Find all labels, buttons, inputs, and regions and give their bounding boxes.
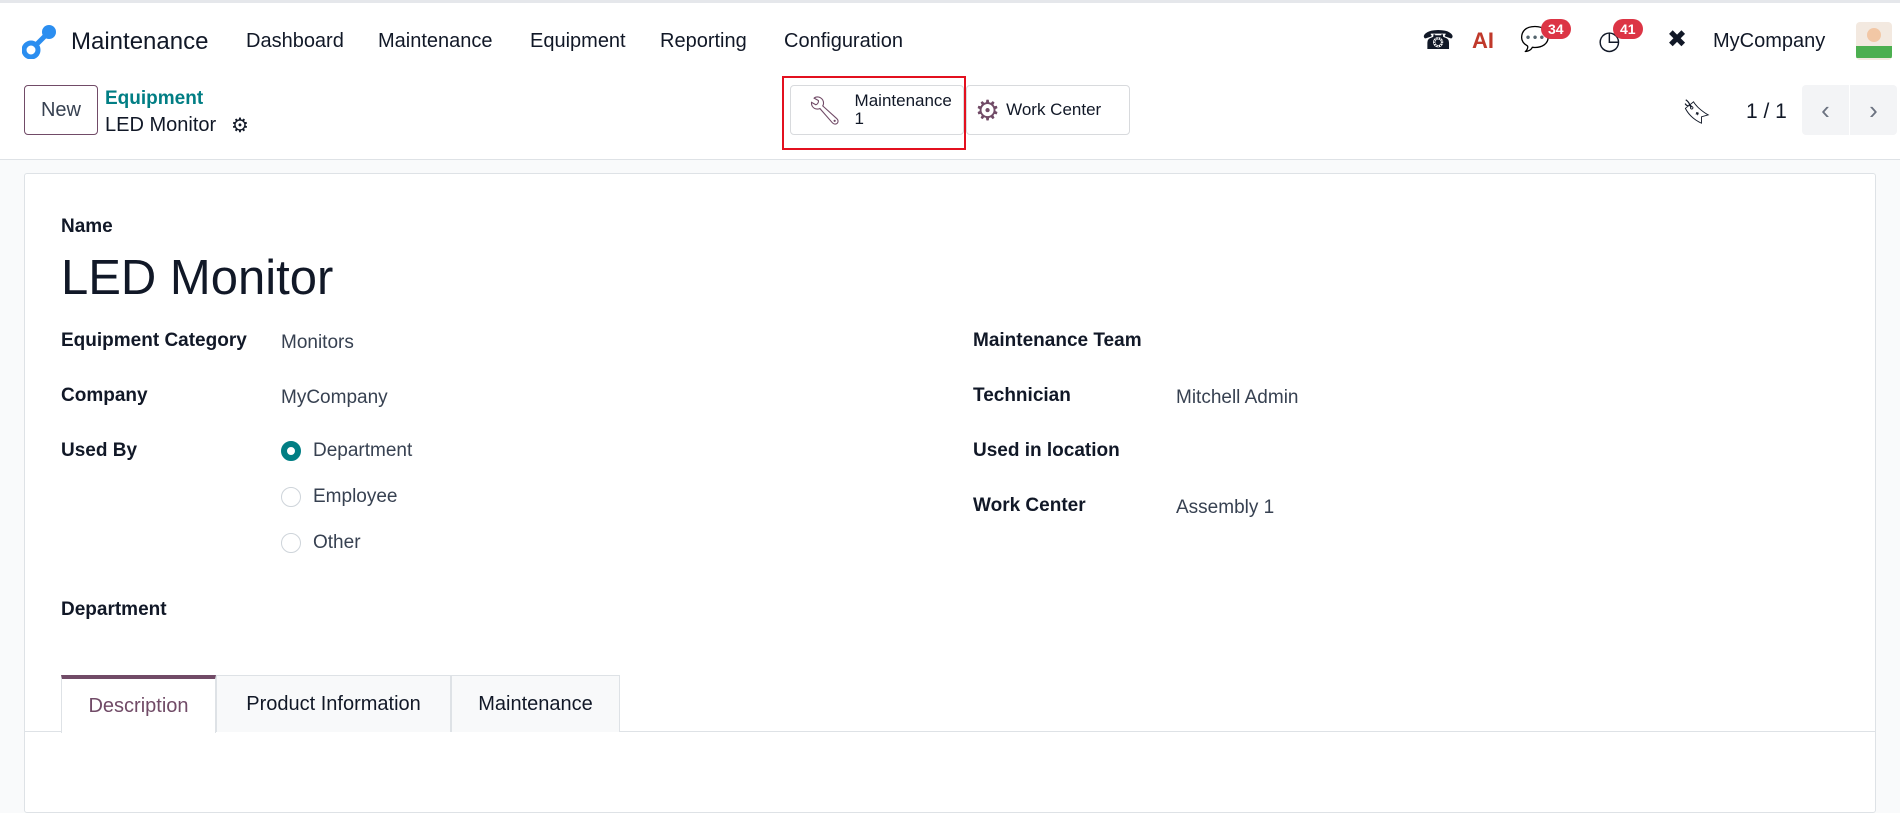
work-center-label: Work Center — [973, 495, 1086, 516]
radio-other-label[interactable]: Other — [313, 532, 361, 554]
messages-badge: 34 — [1541, 19, 1571, 39]
menu-configuration[interactable]: Configuration — [784, 30, 903, 53]
work-center-label: Work Center — [1006, 100, 1102, 119]
used-by-label: Used By — [61, 440, 138, 461]
work-center-smart-button[interactable]: ⚙ Work Center — [966, 85, 1130, 135]
technician-field[interactable]: Mitchell Admin — [1176, 387, 1299, 409]
department-label: Department — [61, 599, 167, 620]
new-button[interactable]: New — [24, 85, 98, 135]
equipment-name-field[interactable]: LED Monitor — [61, 250, 333, 306]
radio-other[interactable] — [281, 533, 301, 553]
pager-value[interactable]: 1 / 1 — [1746, 100, 1787, 124]
pager-previous-button[interactable]: ‹ — [1802, 85, 1849, 135]
company-switcher[interactable]: MyCompany — [1713, 30, 1825, 53]
name-label: Name — [61, 216, 113, 237]
location-label: Used in location — [973, 440, 1120, 461]
user-avatar[interactable] — [1856, 22, 1892, 60]
radio-department[interactable] — [281, 441, 301, 461]
radio-employee[interactable] — [281, 487, 301, 507]
category-label: Equipment Category — [61, 330, 247, 351]
tab-description[interactable]: Description — [61, 675, 216, 733]
tab-product-information[interactable]: Product Information — [216, 675, 451, 732]
work-center-field[interactable]: Assembly 1 — [1176, 497, 1274, 519]
breadcrumb-equipment[interactable]: Equipment — [105, 88, 203, 110]
maintenance-label: Maintenance — [854, 91, 952, 110]
app-logo-icon[interactable] — [22, 23, 58, 59]
app-name[interactable]: Maintenance — [71, 28, 208, 56]
pager-next-button[interactable]: › — [1850, 85, 1897, 135]
navbar: Maintenance Dashboard Maintenance Equipm… — [0, 3, 1900, 80]
ai-icon[interactable]: AI — [1472, 28, 1494, 54]
category-field[interactable]: Monitors — [281, 332, 354, 354]
menu-equipment[interactable]: Equipment — [530, 30, 626, 53]
activities-badge: 41 — [1613, 19, 1643, 39]
maintenance-team-label: Maintenance Team — [973, 330, 1142, 351]
radio-department-label[interactable]: Department — [313, 440, 412, 462]
gear-icon[interactable]: ⚙ — [231, 113, 249, 138]
gears-icon: ⚙ — [975, 94, 1001, 126]
company-label: Company — [61, 385, 148, 406]
breadcrumb-current: LED Monitor — [105, 114, 217, 136]
maintenance-smart-button[interactable]: 🔧︎ Maintenance 1 — [790, 85, 964, 135]
menu-reporting[interactable]: Reporting — [660, 30, 747, 53]
control-panel: New Equipment LED Monitor ⚙ 🔧︎ Maintenan… — [0, 76, 1900, 160]
bookmark-icon[interactable]: 🔖︎ — [1682, 98, 1712, 127]
maintenance-count: 1 — [854, 109, 865, 128]
tools-icon[interactable]: ✖ — [1667, 25, 1687, 54]
wrench-icon: 🔧︎ — [807, 94, 843, 126]
phone-icon[interactable]: ☎ — [1422, 25, 1454, 56]
menu-dashboard[interactable]: Dashboard — [246, 30, 344, 53]
technician-label: Technician — [973, 385, 1071, 406]
radio-employee-label[interactable]: Employee — [313, 486, 398, 508]
company-field[interactable]: MyCompany — [281, 387, 388, 409]
tab-maintenance[interactable]: Maintenance — [451, 675, 620, 732]
menu-maintenance[interactable]: Maintenance — [378, 30, 493, 53]
